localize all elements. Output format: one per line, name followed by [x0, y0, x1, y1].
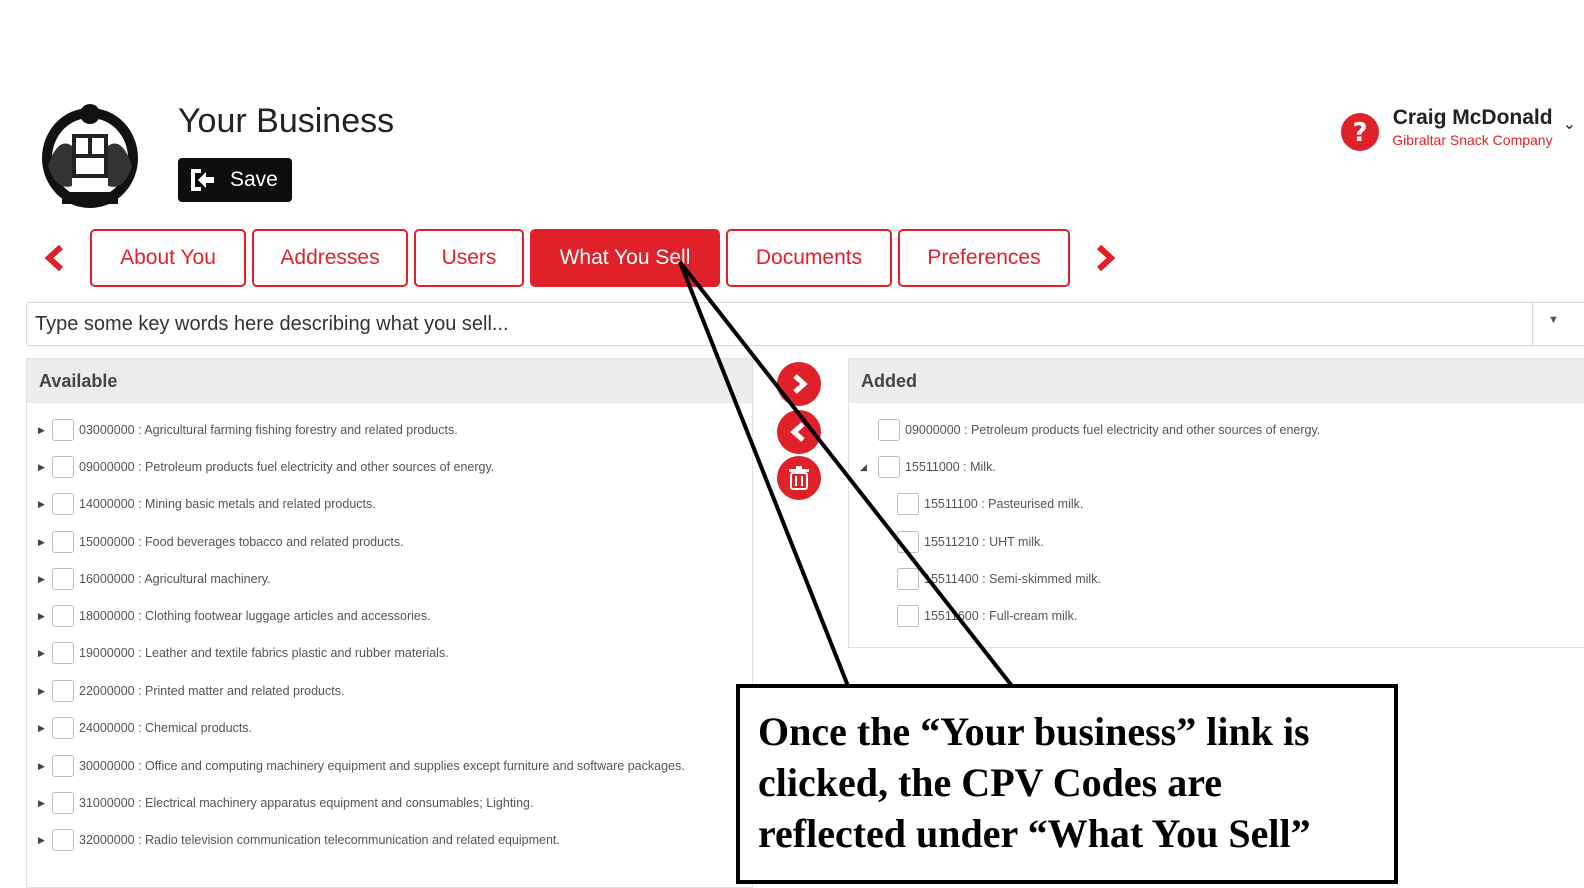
expand-icon[interactable]: ▶	[38, 648, 52, 659]
checkbox[interactable]	[52, 792, 74, 814]
list-item[interactable]: ▶ 18000000 : Clothing footwear luggage ar…	[38, 604, 431, 628]
list-item[interactable]: ▶ 24000000 : Chemical products.	[38, 716, 252, 740]
checkbox[interactable]	[52, 755, 74, 777]
tab-what-you-sell[interactable]: What You Sell	[530, 229, 720, 287]
search-divider	[1532, 303, 1533, 345]
delete-button[interactable]	[777, 456, 821, 500]
tab-documents[interactable]: Documents	[726, 229, 892, 287]
checkbox[interactable]	[52, 605, 74, 627]
checkbox[interactable]	[897, 568, 919, 590]
tab-preferences[interactable]: Preferences	[898, 229, 1070, 287]
list-item[interactable]: ◢ 15511000 : Milk.	[860, 455, 996, 479]
tab-users[interactable]: Users	[414, 229, 524, 287]
checkbox[interactable]	[52, 717, 74, 739]
callout-line-3: reflected under “What You Sell”	[758, 811, 1311, 856]
user-company: Gibraltar Snack Company	[1392, 132, 1553, 148]
list-item[interactable]: 15511400 : Semi-skimmed milk.	[897, 567, 1101, 591]
checkbox[interactable]	[52, 642, 74, 664]
tab-about-you[interactable]: About You	[90, 229, 246, 287]
available-header: Available	[27, 359, 752, 403]
list-item[interactable]: ▶ 03000000 : Agricultural farming fishing…	[38, 418, 458, 442]
list-item[interactable]: 15511600 : Full-cream milk.	[897, 604, 1077, 628]
expand-icon[interactable]: ▶	[38, 611, 52, 622]
list-item[interactable]: 09000000 : Petroleum products fuel elect…	[878, 418, 1320, 442]
save-button[interactable]: Save	[178, 158, 292, 202]
expand-icon[interactable]: ▶	[38, 835, 52, 846]
annotation-callout: Once the “Your business” link is clicked…	[736, 684, 1398, 884]
list-item[interactable]: ▶ 32000000 : Radio television communicati…	[38, 828, 560, 852]
checkbox[interactable]	[52, 419, 74, 441]
chevron-right-icon	[793, 374, 808, 394]
checkbox[interactable]	[52, 680, 74, 702]
add-selected-button[interactable]	[777, 362, 821, 406]
added-header: Added	[849, 359, 1584, 403]
checkbox[interactable]	[897, 531, 919, 553]
list-item[interactable]: ▶ 09000000 : Petroleum products fuel elec…	[38, 455, 494, 479]
user-name: Craig McDonald	[1392, 106, 1553, 129]
expand-icon[interactable]: ▶	[38, 462, 52, 473]
checkbox[interactable]	[52, 493, 74, 515]
expand-icon[interactable]: ▶	[38, 723, 52, 734]
expand-icon[interactable]: ▶	[38, 686, 52, 697]
list-item[interactable]: ▶ 15000000 : Food beverages tobacco and r…	[38, 530, 404, 554]
save-label: Save	[230, 168, 278, 191]
list-item[interactable]: ▶ 19000000 : Leather and textile fabrics …	[38, 641, 449, 665]
list-item[interactable]: 15511210 : UHT milk.	[897, 530, 1044, 554]
list-item[interactable]: ▶ 16000000 : Agricultural machinery.	[38, 567, 271, 591]
trash-icon	[789, 466, 809, 490]
callout-line-2: clicked, the CPV Codes are	[758, 760, 1223, 805]
expand-icon[interactable]: ▶	[38, 761, 52, 772]
checkbox[interactable]	[897, 493, 919, 515]
checkbox[interactable]	[52, 568, 74, 590]
collapse-icon[interactable]: ◢	[860, 462, 878, 473]
page-title: Your Business	[178, 102, 395, 140]
remove-selected-button[interactable]	[777, 410, 821, 454]
checkbox[interactable]	[52, 456, 74, 478]
tab-bar: About You Addresses Users What You Sell …	[40, 228, 1120, 288]
checkbox[interactable]	[878, 456, 900, 478]
chevron-left-icon	[790, 422, 805, 442]
checkbox[interactable]	[52, 531, 74, 553]
chevron-down-icon[interactable]: ⌄	[1563, 114, 1576, 134]
checkbox[interactable]	[897, 605, 919, 627]
tabs-next-icon[interactable]	[1090, 243, 1120, 273]
tab-addresses[interactable]: Addresses	[252, 229, 408, 287]
list-item[interactable]: ▶ 30000000 : Office and computing machine…	[38, 754, 685, 778]
checkbox[interactable]	[52, 829, 74, 851]
expand-icon[interactable]: ▶	[38, 574, 52, 585]
expand-icon[interactable]: ▶	[38, 798, 52, 809]
search-input[interactable]: Type some key words here describing what…	[26, 302, 1584, 346]
coat-of-arms-logo	[42, 104, 138, 208]
question-circle-icon[interactable]: ?	[1340, 112, 1380, 152]
expand-icon[interactable]: ▶	[38, 537, 52, 548]
dropdown-caret-icon[interactable]: ▼	[1548, 314, 1559, 326]
expand-icon[interactable]: ▶	[38, 499, 52, 510]
tabs-prev-icon[interactable]	[40, 243, 70, 273]
list-item[interactable]: 15511100 : Pasteurised milk.	[897, 492, 1083, 516]
list-item[interactable]: ▶ 31000000 : Electrical machinery apparat…	[38, 791, 533, 815]
checkbox[interactable]	[878, 419, 900, 441]
user-menu[interactable]: ? Craig McDonald Gibraltar Snack Company…	[1340, 106, 1576, 152]
svg-text:?: ?	[1353, 118, 1368, 148]
list-item[interactable]: ▶ 14000000 : Mining basic metals and rela…	[38, 492, 376, 516]
save-arrow-icon	[191, 169, 214, 191]
expand-icon[interactable]: ▶	[38, 425, 52, 436]
list-item[interactable]: ▶ 22000000 : Printed matter and related p…	[38, 679, 344, 703]
callout-line-1: Once the “Your business” link is	[758, 709, 1310, 754]
